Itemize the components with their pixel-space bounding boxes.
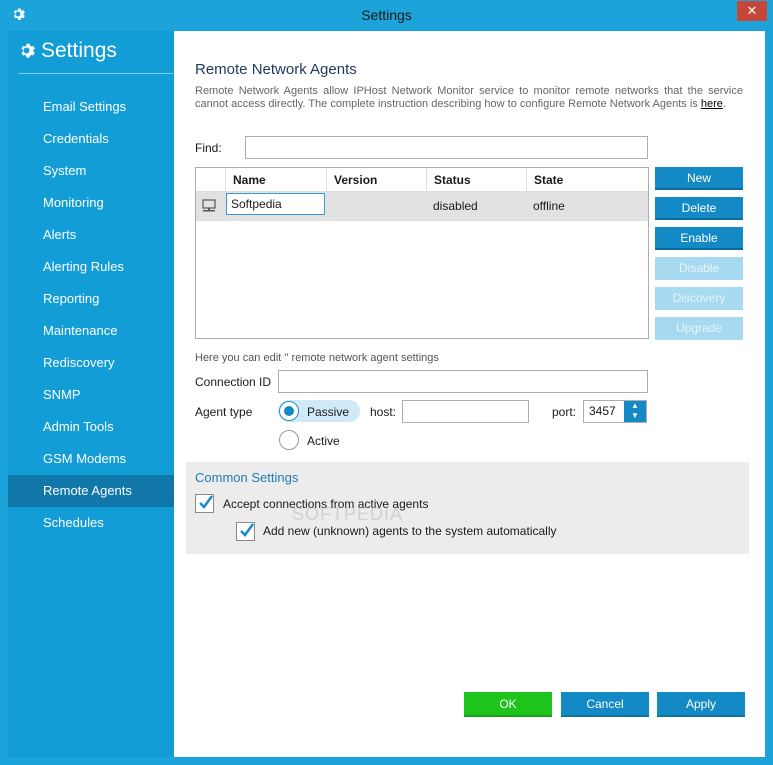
agent-state-cell: offline	[533, 199, 565, 213]
host-label: host:	[370, 405, 397, 419]
auto-add-agents-checkbox[interactable]	[236, 522, 255, 541]
active-radio[interactable]	[279, 430, 299, 450]
find-label: Find:	[195, 141, 222, 155]
table-row[interactable]: Softpedia disabled offline	[196, 192, 648, 221]
sidebar-item-gsm-modems[interactable]: GSM Modems	[8, 443, 174, 475]
sidebar-heading: Settings	[41, 39, 117, 62]
page-title: Remote Network Agents	[195, 61, 357, 78]
find-input[interactable]	[245, 136, 648, 159]
enable-button[interactable]: Enable	[655, 227, 743, 250]
edit-hint: Here you can edit '' remote network agen…	[195, 352, 439, 364]
title-bar: Settings ✕	[0, 0, 773, 31]
checkmark-icon	[199, 495, 213, 509]
table-header: Name Version Status State	[196, 168, 648, 192]
sidebar-item-alerting-rules[interactable]: Alerting Rules	[8, 251, 174, 283]
sidebar-item-email-settings[interactable]: Email Settings	[8, 91, 174, 123]
agent-type-label: Agent type	[195, 405, 253, 419]
column-header-status[interactable]: Status	[426, 168, 526, 192]
new-button[interactable]: New	[655, 167, 743, 190]
active-radio-label[interactable]: Active	[307, 434, 340, 448]
port-spinner[interactable]: ▲ ▼	[624, 401, 646, 422]
window-border-bottom	[0, 757, 773, 765]
sidebar-item-alerts[interactable]: Alerts	[8, 219, 174, 251]
upgrade-button[interactable]: Upgrade	[655, 317, 743, 340]
passive-radio-label[interactable]: Passive	[307, 405, 349, 419]
window-border-right	[765, 31, 773, 765]
sidebar-item-rediscovery[interactable]: Rediscovery	[8, 347, 174, 379]
port-label: port:	[552, 405, 577, 419]
accept-connections-checkbox[interactable]	[195, 494, 214, 513]
agents-table: Name Version Status State Softpedia disa…	[195, 167, 649, 339]
cancel-button[interactable]: Cancel	[561, 692, 649, 717]
discovery-button[interactable]: Discovery	[655, 287, 743, 310]
port-input[interactable]: 3457 ▲ ▼	[583, 400, 647, 423]
agent-version-cell	[326, 192, 333, 221]
sidebar-item-monitoring[interactable]: Monitoring	[8, 187, 174, 219]
sidebar-nav: Email Settings Credentials System Monito…	[8, 91, 174, 539]
column-header-state[interactable]: State	[526, 168, 648, 192]
sidebar-item-remote-agents[interactable]: Remote Agents	[8, 475, 174, 507]
sidebar-divider	[18, 73, 173, 74]
settings-panel: Remote Network Agents Remote Network Age…	[174, 31, 765, 757]
column-header-version[interactable]: Version	[326, 168, 426, 192]
port-value: 3457	[589, 404, 616, 418]
agent-name-cell[interactable]: Softpedia	[226, 193, 325, 215]
passive-radio[interactable]	[279, 401, 299, 421]
computer-icon	[202, 199, 216, 212]
gear-icon	[21, 43, 35, 58]
common-settings-section: Common Settings Accept connections from …	[186, 462, 749, 554]
connection-id-input[interactable]	[278, 370, 648, 393]
page-description: Remote Network Agents allow IPHost Netwo…	[195, 85, 743, 111]
window-title: Settings	[361, 7, 412, 23]
sidebar-item-reporting[interactable]: Reporting	[8, 283, 174, 315]
host-input[interactable]	[402, 400, 529, 423]
apply-button[interactable]: Apply	[657, 692, 745, 717]
chevron-up-icon[interactable]: ▲	[631, 401, 639, 410]
ok-button[interactable]: OK	[464, 692, 552, 717]
sidebar-item-system[interactable]: System	[8, 155, 174, 187]
description-text: Remote Network Agents allow IPHost Netwo…	[195, 85, 743, 110]
sidebar-item-schedules[interactable]: Schedules	[8, 507, 174, 539]
sidebar-item-credentials[interactable]: Credentials	[8, 123, 174, 155]
sidebar-item-admin-tools[interactable]: Admin Tools	[8, 411, 174, 443]
sidebar: Settings Email Settings Credentials Syst…	[8, 31, 174, 757]
sidebar-item-maintenance[interactable]: Maintenance	[8, 315, 174, 347]
disable-button[interactable]: Disable	[655, 257, 743, 280]
sidebar-item-snmp[interactable]: SNMP	[8, 379, 174, 411]
delete-button[interactable]: Delete	[655, 197, 743, 220]
connection-id-label: Connection ID	[195, 375, 272, 389]
column-header-name[interactable]: Name	[225, 168, 326, 192]
close-button[interactable]: ✕	[737, 1, 767, 21]
description-end: .	[722, 98, 726, 110]
auto-add-agents-label[interactable]: Add new (unknown) agents to the system a…	[263, 524, 556, 538]
checkmark-icon	[240, 523, 254, 537]
window-border-left	[0, 31, 8, 765]
agent-status-cell: disabled	[433, 199, 478, 213]
help-link[interactable]: here	[701, 98, 723, 110]
sidebar-header: Settings	[18, 39, 117, 67]
common-settings-title: Common Settings	[195, 470, 299, 485]
watermark: SOFTPEDIA	[292, 504, 404, 524]
chevron-down-icon[interactable]: ▼	[631, 411, 639, 420]
